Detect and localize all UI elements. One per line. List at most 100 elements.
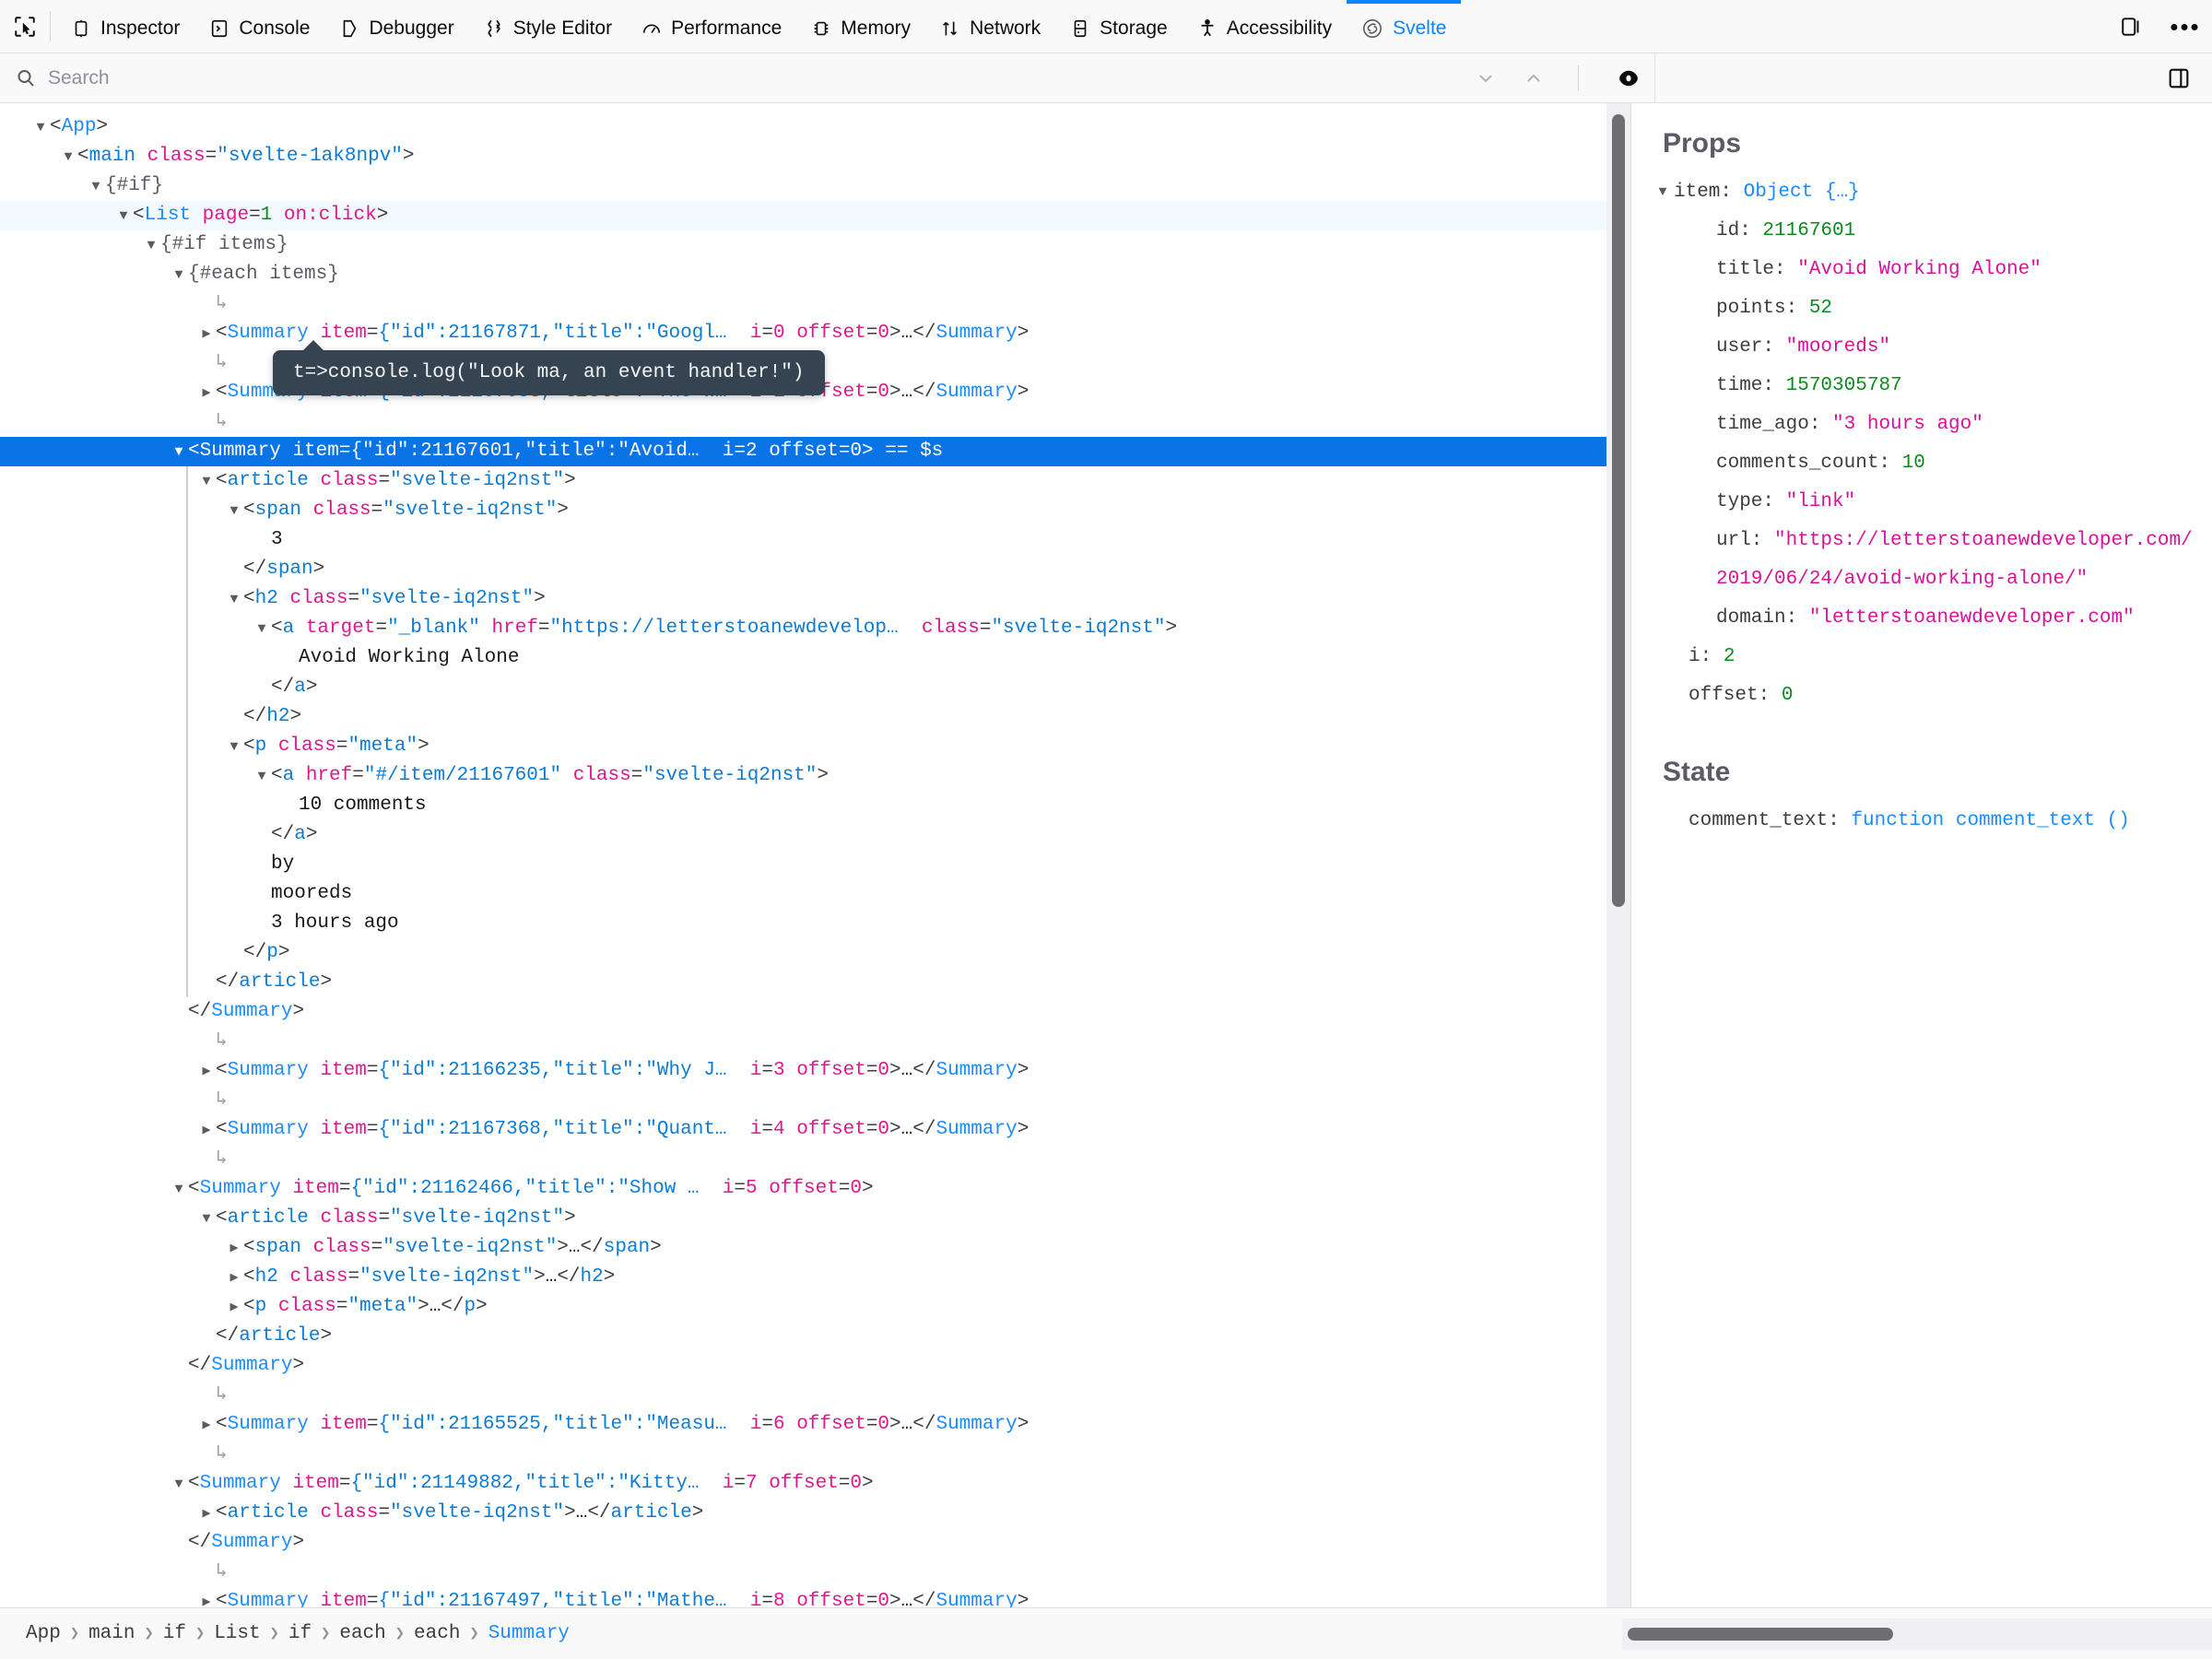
breadcrumb-item[interactable]: Summary xyxy=(479,1623,579,1644)
collapse-arrow-icon[interactable] xyxy=(114,202,133,231)
panel-horizontal-scrollbar[interactable] xyxy=(1622,1618,2212,1650)
expand-arrow-icon[interactable] xyxy=(197,1411,216,1441)
tree-row[interactable]: <App> xyxy=(0,112,1630,142)
expand-arrow-icon[interactable] xyxy=(197,1588,216,1607)
tree-row[interactable]: ↳ xyxy=(0,1145,1630,1174)
tab-network[interactable]: Network xyxy=(925,0,1055,53)
tree-row[interactable]: </span> xyxy=(0,555,1630,584)
tree-row[interactable]: ↳ xyxy=(0,1558,1630,1587)
tree-row[interactable]: {#each items} xyxy=(0,260,1630,289)
collapse-arrow-icon[interactable] xyxy=(170,1470,188,1500)
collapse-arrow-icon[interactable] xyxy=(170,438,188,467)
dock-to-side-button[interactable] xyxy=(2105,0,2159,53)
tree-row[interactable]: Avoid Working Alone xyxy=(0,643,1630,673)
expand-arrow-icon[interactable] xyxy=(197,1500,216,1529)
tree-row[interactable]: </a> xyxy=(0,673,1630,702)
prop-row[interactable]: user: "mooreds" xyxy=(1663,328,2195,367)
tree-row[interactable]: ↳ xyxy=(0,1086,1630,1115)
tree-row[interactable]: {#if} xyxy=(0,171,1630,201)
tree-row[interactable]: <p class="meta">…</p> xyxy=(0,1292,1630,1322)
collapse-arrow-icon[interactable] xyxy=(170,261,188,290)
tree-row[interactable]: <Summary item={"id":21167871,"title":"Go… xyxy=(0,319,1630,348)
tab-memory[interactable]: Memory xyxy=(796,0,925,53)
breadcrumb-item[interactable]: each xyxy=(405,1623,469,1644)
tree-row[interactable]: </a> xyxy=(0,820,1630,850)
tree-row[interactable]: <span class="svelte-iq2nst"> xyxy=(0,496,1630,525)
tree-row[interactable]: </p> xyxy=(0,938,1630,968)
tree-row[interactable]: mooreds xyxy=(0,879,1630,909)
tree-row[interactable]: <Summary item={"id":21162466,"title":"Sh… xyxy=(0,1174,1630,1204)
expand-arrow-icon[interactable] xyxy=(197,1057,216,1087)
tab-debugger[interactable]: Debugger xyxy=(324,0,468,53)
tree-row[interactable]: <a href="#/item/21167601" class="svelte-… xyxy=(0,761,1630,791)
tree-row[interactable]: <List page=1 on:click> xyxy=(0,201,1630,230)
tree-row[interactable]: <article class="svelte-iq2nst">…</articl… xyxy=(0,1499,1630,1528)
prop-row[interactable]: title: "Avoid Working Alone" xyxy=(1663,251,2195,289)
tree-row[interactable]: ↳ xyxy=(0,1027,1630,1056)
tree-row[interactable]: <Summary item={"id":21167368,"title":"Qu… xyxy=(0,1115,1630,1145)
collapse-arrow-icon[interactable] xyxy=(253,762,271,792)
tree-row[interactable]: </h2> xyxy=(0,702,1630,732)
collapse-arrow-icon[interactable] xyxy=(225,585,243,615)
tree-row[interactable]: ↳ xyxy=(0,1440,1630,1469)
prop-row[interactable]: points: 52 xyxy=(1663,289,2195,328)
tab-storage[interactable]: Storage xyxy=(1055,0,1182,53)
tree-row[interactable]: 3 xyxy=(0,525,1630,555)
prop-row[interactable]: comments_count: 10 xyxy=(1663,444,2195,483)
tab-accessibility[interactable]: Accessibility xyxy=(1182,0,1347,53)
expand-arrow-icon[interactable] xyxy=(225,1293,243,1323)
prop-row[interactable]: item: Object {…} xyxy=(1663,173,2195,212)
tree-row[interactable]: ↳ xyxy=(0,1381,1630,1410)
chevron-up-icon[interactable] xyxy=(1523,67,1545,89)
breadcrumb-item[interactable]: if xyxy=(154,1623,195,1644)
tree-row[interactable]: <Summary item={"id":21167497,"title":"Ma… xyxy=(0,1587,1630,1607)
expand-arrow-icon[interactable] xyxy=(197,320,216,349)
tab-style-editor[interactable]: Style Editor xyxy=(469,0,627,53)
collapse-arrow-icon[interactable] xyxy=(87,172,105,202)
visibility-toggle-button[interactable] xyxy=(1603,66,1654,90)
expand-arrow-icon[interactable] xyxy=(197,379,216,408)
prop-row[interactable]: offset: 0 xyxy=(1663,677,2195,715)
tree-row[interactable]: </Summary> xyxy=(0,1528,1630,1558)
tree-row[interactable]: <main class="svelte-1ak8npv"> xyxy=(0,142,1630,171)
tree-row[interactable]: <article class="svelte-iq2nst"> xyxy=(0,1204,1630,1233)
tree-row[interactable]: <Summary item={"id":21165525,"title":"Me… xyxy=(0,1410,1630,1440)
expand-arrow-icon[interactable] xyxy=(197,1116,216,1146)
tree-row[interactable]: ↳ xyxy=(0,407,1630,437)
breadcrumb-item[interactable]: List xyxy=(205,1623,269,1644)
tree-scrollbar-thumb[interactable] xyxy=(1612,114,1625,907)
search-input[interactable] xyxy=(48,53,1464,102)
tree-row[interactable]: </article> xyxy=(0,968,1630,997)
tab-svelte[interactable]: Svelte xyxy=(1347,0,1462,53)
tree-row[interactable]: <a target="_blank" href="https://letters… xyxy=(0,614,1630,643)
tree-row[interactable]: {#if items} xyxy=(0,230,1630,260)
tree-row[interactable]: <h2 class="svelte-iq2nst">…</h2> xyxy=(0,1263,1630,1292)
split-panel-icon[interactable] xyxy=(2166,65,2192,91)
tree-row[interactable]: <h2 class="svelte-iq2nst"> xyxy=(0,584,1630,614)
tree-row[interactable]: <p class="meta"> xyxy=(0,732,1630,761)
prop-row[interactable]: domain: "letterstoanewdeveloper.com" xyxy=(1663,599,2195,638)
tree-row[interactable]: <span class="svelte-iq2nst">…</span> xyxy=(0,1233,1630,1263)
breadcrumb-item[interactable]: if xyxy=(279,1623,321,1644)
breadcrumb-item[interactable]: main xyxy=(79,1623,144,1644)
collapse-arrow-icon[interactable] xyxy=(170,1175,188,1205)
collapse-arrow-icon[interactable] xyxy=(142,231,160,261)
tree-row[interactable]: 3 hours ago xyxy=(0,909,1630,938)
expand-arrow-icon[interactable] xyxy=(225,1264,243,1293)
more-options-button[interactable]: ••• xyxy=(2159,0,2212,53)
prop-row[interactable]: type: "link" xyxy=(1663,483,2195,522)
tree-row[interactable]: <Summary item={"id":21166235,"title":"Wh… xyxy=(0,1056,1630,1086)
prop-row[interactable]: time_ago: "3 hours ago" xyxy=(1663,406,2195,444)
expand-arrow-icon[interactable] xyxy=(225,1234,243,1264)
tree-row[interactable]: by xyxy=(0,850,1630,879)
tree-vertical-scrollbar[interactable] xyxy=(1606,103,1630,1607)
tab-console[interactable]: Console xyxy=(194,0,324,53)
breadcrumb-item[interactable]: App xyxy=(17,1623,70,1644)
tree-row[interactable]: </article> xyxy=(0,1322,1630,1351)
panel-scrollbar-thumb[interactable] xyxy=(1628,1627,1893,1641)
tree-row[interactable]: </Summary> xyxy=(0,997,1630,1027)
tree-row[interactable]: ↳ xyxy=(0,289,1630,319)
collapse-arrow-icon[interactable] xyxy=(253,615,271,644)
prop-row[interactable]: time: 1570305787 xyxy=(1663,367,2195,406)
tree-row[interactable]: 10 comments xyxy=(0,791,1630,820)
